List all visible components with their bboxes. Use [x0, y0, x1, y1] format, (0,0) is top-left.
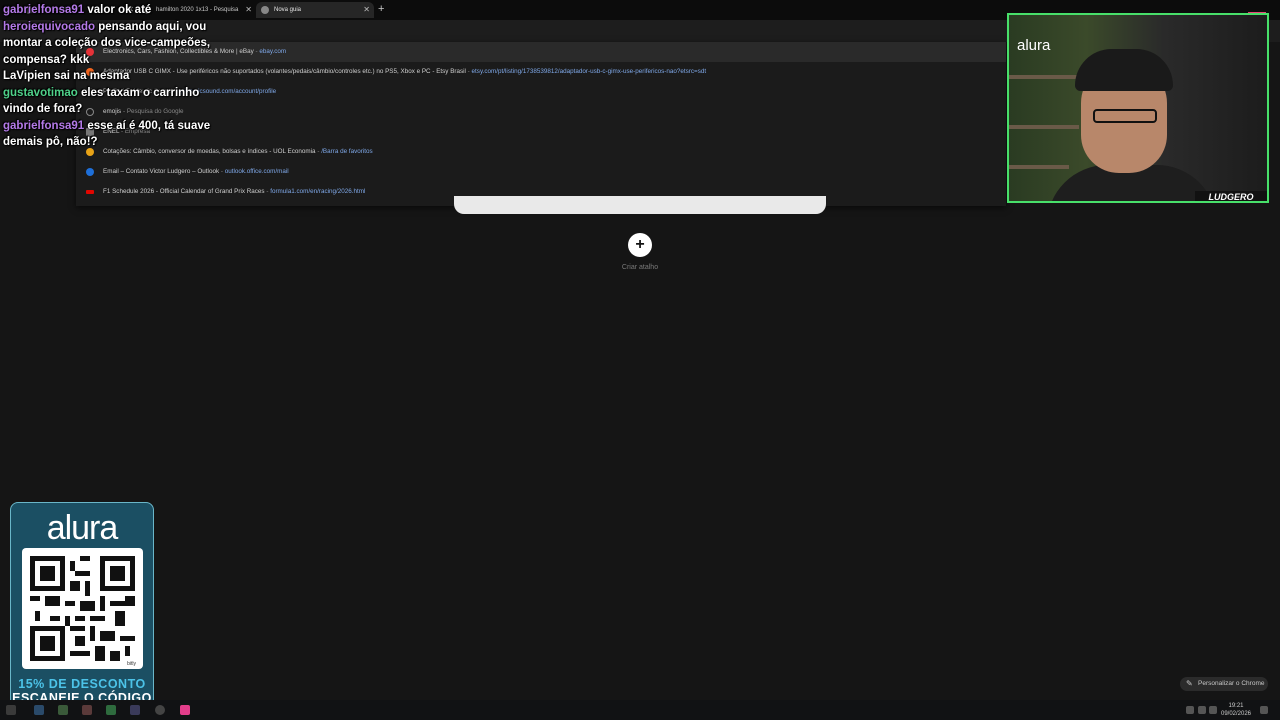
start-icon[interactable]: [6, 705, 16, 715]
promo-card: alura bitly 15% DE DESCONTO ESCANEIE O C…: [10, 502, 154, 714]
add-shortcut-button[interactable]: +: [628, 233, 652, 257]
clock[interactable]: 19:21 09/02/2026: [1220, 702, 1252, 718]
close-icon[interactable]: ✕: [245, 2, 252, 18]
app-icon[interactable]: [155, 705, 165, 715]
chat-username: gustavotimao: [3, 86, 78, 99]
tab-new-tab[interactable]: Nova guia ✕: [256, 2, 374, 18]
shelf: [1009, 165, 1069, 169]
volume-icon[interactable]: [1209, 706, 1217, 714]
app-icon[interactable]: [130, 705, 140, 715]
suggestion-url: etsy.com/pt/listing/1738539812/adaptador…: [471, 68, 707, 75]
tab-label: Nova guia: [274, 7, 302, 13]
promo-logo: alura: [46, 509, 119, 547]
suggestion-title: Email – Contato Victor Ludgero – Outlook: [103, 168, 220, 175]
chat-username: gabrielfonsa91: [3, 4, 85, 16]
customize-label: Personalizar o Chrome: [1198, 680, 1265, 687]
pencil-icon: ✎: [1186, 679, 1193, 688]
chat-username: LaVipien: [3, 70, 51, 82]
add-shortcut-label: Criar atalho: [621, 264, 659, 271]
chat-message: heroiequivocado pensando aqui, vou monta…: [3, 19, 228, 69]
suggestion-url: /Barra de favoritos: [321, 148, 373, 155]
qr-code-icon: [30, 556, 135, 661]
chat-username: gabrielfonsa91: [3, 119, 85, 132]
taskbar: 19:21 09/02/2026: [0, 700, 1280, 720]
stream-chat: gabrielfonsa91 valor ok até heroiequivoc…: [3, 2, 228, 151]
app-icon[interactable]: [34, 705, 44, 715]
tray-icon[interactable]: [1186, 706, 1194, 714]
chat-message: LaVipien sai na mesma: [3, 68, 228, 85]
clock-date: 09/02/2026: [1220, 711, 1252, 717]
suggestion-item[interactable]: Email – Contato Victor Ludgero – Outlook…: [76, 162, 1006, 182]
person-cap: [1075, 49, 1173, 91]
promo-discount: 15% DE DESCONTO: [18, 677, 146, 691]
chat-message: gabrielfonsa91 valor ok até: [3, 2, 228, 19]
glasses: [1093, 109, 1157, 123]
chat-message: gustavotimao eles taxam o carrinho vindo…: [3, 85, 228, 118]
webcam-logo: alura: [1017, 37, 1051, 54]
webcam-feed: alura LUDGERO: [1007, 13, 1269, 203]
chat-message: gabrielfonsa91 esse aí é 400, tá suave d…: [3, 118, 228, 151]
close-icon[interactable]: ✕: [363, 2, 370, 18]
suggestion-url: formula1.com/en/racing/2026.html: [270, 188, 366, 195]
webcam-badge: LUDGERO: [1195, 191, 1267, 201]
network-icon[interactable]: [1198, 706, 1206, 714]
suggestion-title: F1 Schedule 2026 - Official Calendar of …: [103, 188, 265, 195]
new-tab-button[interactable]: +: [378, 3, 384, 15]
suggestion-url: outlook.office.com/mail: [224, 168, 289, 175]
outlook-icon: [86, 168, 94, 176]
whatsapp-icon[interactable]: [106, 705, 116, 715]
suggestion-url: ebay.com: [259, 48, 287, 55]
newtab-search-box[interactable]: [454, 196, 826, 214]
chat-text: sai na mesma: [53, 70, 130, 82]
chrome-icon: [261, 6, 269, 14]
notification-icon[interactable]: [1260, 706, 1268, 714]
customize-chrome-button[interactable]: ✎ Personalizar o Chrome: [1180, 677, 1268, 691]
qr-code: bitly: [22, 548, 143, 669]
shelf: [1009, 125, 1079, 129]
qr-footer: bitly: [127, 661, 136, 667]
f1-icon: [86, 190, 94, 194]
app-icon[interactable]: [82, 705, 92, 715]
clock-time: 19:21: [1228, 703, 1244, 709]
app-icon[interactable]: [180, 705, 190, 715]
app-icon[interactable]: [58, 705, 68, 715]
chat-text: valor ok até: [87, 4, 152, 16]
chat-username: heroiequivocado: [3, 20, 96, 33]
